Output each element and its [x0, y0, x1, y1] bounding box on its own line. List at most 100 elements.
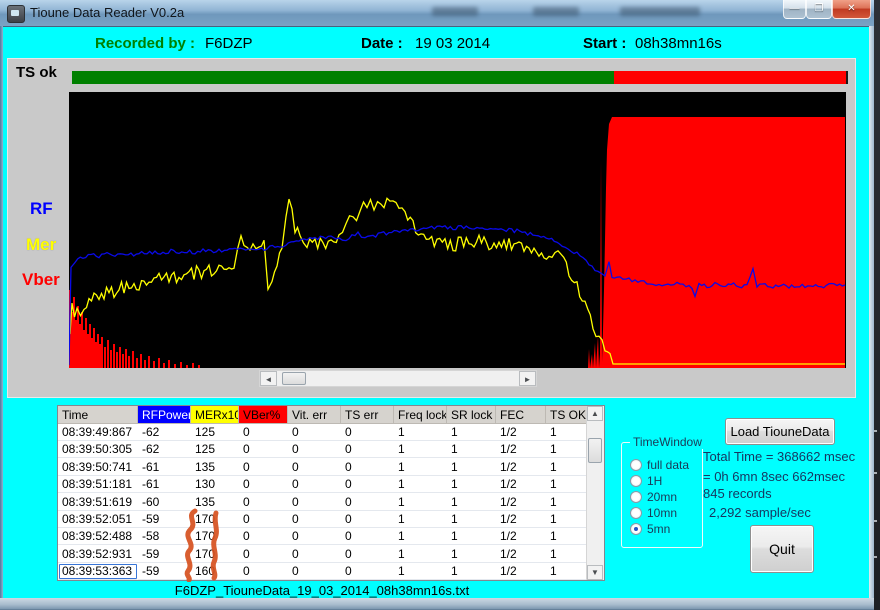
table-cell[interactable]: 0 [341, 511, 394, 528]
table-cell[interactable]: 0 [341, 476, 394, 493]
table-cell[interactable]: 1 [546, 459, 588, 476]
vscroll-up-arrow[interactable]: ▲ [587, 406, 603, 421]
table-cell[interactable]: 1 [447, 459, 496, 476]
table-cell[interactable]: 0 [239, 528, 288, 545]
table-cell[interactable]: 1/2 [496, 563, 546, 580]
table-cell[interactable]: 0 [239, 441, 288, 458]
table-cell[interactable]: 1 [447, 441, 496, 458]
table-cell[interactable]: 1 [546, 424, 588, 441]
table-row[interactable]: 08:39:51:619-60135000111/21 [58, 494, 587, 511]
table-row[interactable]: 08:39:52:051-59170000111/21 [58, 511, 587, 528]
table-cell[interactable]: 1 [546, 511, 588, 528]
table-cell[interactable]: 1 [546, 476, 588, 493]
table-cell[interactable]: 0 [341, 424, 394, 441]
radio-icon[interactable] [630, 475, 642, 487]
table-cell[interactable]: 0 [239, 494, 288, 511]
table-cell[interactable]: 135 [191, 494, 239, 511]
radio-icon[interactable] [630, 459, 642, 471]
table-cell[interactable]: 0 [341, 459, 394, 476]
table-cell[interactable]: 0 [288, 476, 341, 493]
table-cell[interactable]: 1 [447, 511, 496, 528]
table-cell[interactable]: -58 [138, 528, 191, 545]
table-cell[interactable]: 1 [447, 424, 496, 441]
table-vscrollbar[interactable]: ▲ ▼ [586, 406, 604, 580]
table-cell[interactable]: 1/2 [496, 511, 546, 528]
table-cell[interactable]: 0 [239, 563, 288, 580]
quit-button[interactable]: Quit [750, 525, 814, 573]
table-cell[interactable]: 170 [191, 511, 239, 528]
table-cell[interactable]: 1 [394, 424, 447, 441]
table-cell[interactable]: 1 [394, 546, 447, 563]
table-cell[interactable]: 1/2 [496, 494, 546, 511]
table-cell[interactable]: -60 [138, 494, 191, 511]
table-cell[interactable]: 0 [288, 424, 341, 441]
table-cell[interactable]: 1 [394, 494, 447, 511]
table-cell[interactable]: 1/2 [496, 424, 546, 441]
table-cell[interactable]: 0 [239, 511, 288, 528]
table-cell[interactable]: 1 [546, 441, 588, 458]
table-cell[interactable]: 160 [191, 563, 239, 580]
table-cell[interactable]: 0 [288, 528, 341, 545]
table-cell[interactable]: 1 [546, 546, 588, 563]
table-cell[interactable]: 0 [341, 546, 394, 563]
chart-hscrollbar[interactable]: ◄ ► [259, 370, 537, 387]
table-row[interactable]: 08:39:50:305-62125000111/21 [58, 441, 587, 458]
table-cell[interactable]: -59 [138, 511, 191, 528]
table-cell[interactable]: 0 [288, 441, 341, 458]
table-cell[interactable]: 170 [191, 546, 239, 563]
table-cell[interactable]: 1/2 [496, 459, 546, 476]
table-cell[interactable]: 1 [394, 459, 447, 476]
table-cell[interactable]: -61 [138, 476, 191, 493]
table-cell[interactable]: 135 [191, 459, 239, 476]
table-cell[interactable]: 170 [191, 528, 239, 545]
table-cell[interactable]: 1 [546, 528, 588, 545]
table-cell[interactable]: 08:39:52:051 [58, 511, 138, 528]
table-cell[interactable]: 0 [239, 546, 288, 563]
radio-icon[interactable] [630, 507, 642, 519]
table-cell[interactable]: 0 [288, 511, 341, 528]
table-row[interactable]: 08:39:49:867-62125000111/21 [58, 424, 587, 441]
table-cell[interactable]: 130 [191, 476, 239, 493]
table-cell[interactable]: 08:39:52:488 [58, 528, 138, 545]
table-cell[interactable]: 0 [288, 546, 341, 563]
load-tiounedata-button[interactable]: Load TiouneData [725, 418, 835, 445]
table-cell[interactable]: 0 [288, 459, 341, 476]
table-cell[interactable]: 125 [191, 441, 239, 458]
table-cell[interactable]: 0 [288, 563, 341, 580]
table-cell[interactable]: 0 [239, 424, 288, 441]
table-cell[interactable]: 1/2 [496, 476, 546, 493]
table-cell[interactable]: -59 [138, 563, 191, 580]
vscroll-down-arrow[interactable]: ▼ [587, 565, 603, 580]
table-cell[interactable]: 1 [447, 528, 496, 545]
radio-icon[interactable] [630, 491, 642, 503]
table-row[interactable]: 08:39:51:181-61130000111/21 [58, 476, 587, 493]
table-cell[interactable]: 1/2 [496, 441, 546, 458]
table-cell[interactable]: -61 [138, 459, 191, 476]
table-cell[interactable]: 0 [239, 459, 288, 476]
table-cell[interactable]: 1 [447, 546, 496, 563]
table-cell[interactable]: 1 [447, 563, 496, 580]
table-cell[interactable]: 08:39:51:619 [58, 494, 138, 511]
table-cell[interactable]: -59 [138, 546, 191, 563]
table-cell[interactable]: 1 [394, 476, 447, 493]
radio-selected-icon[interactable] [630, 523, 642, 535]
table-cell[interactable]: 1 [447, 476, 496, 493]
table-cell[interactable]: 125 [191, 424, 239, 441]
table-cell[interactable]: 1 [546, 563, 588, 580]
table-cell[interactable]: 1 [394, 528, 447, 545]
table-cell[interactable]: 08:39:51:181 [58, 476, 138, 493]
maximize-button[interactable]: ❐ [806, 0, 832, 19]
table-cell[interactable]: 0 [341, 563, 394, 580]
table-cell[interactable]: 0 [239, 476, 288, 493]
table-cell[interactable]: 08:39:53:363 [58, 563, 138, 580]
minimize-button[interactable]: — [783, 0, 806, 19]
table-cell[interactable]: -62 [138, 441, 191, 458]
table-cell[interactable]: 1/2 [496, 546, 546, 563]
table-cell[interactable]: 0 [341, 441, 394, 458]
table-cell[interactable]: -62 [138, 424, 191, 441]
table-cell[interactable]: 08:39:52:931 [58, 546, 138, 563]
table-row[interactable]: 08:39:52:931-59170000111/21 [58, 546, 587, 563]
table-cell[interactable]: 1 [447, 494, 496, 511]
table-cell[interactable]: 08:39:50:741 [58, 459, 138, 476]
table-row[interactable]: 08:39:53:363-59160000111/21 [58, 563, 587, 580]
